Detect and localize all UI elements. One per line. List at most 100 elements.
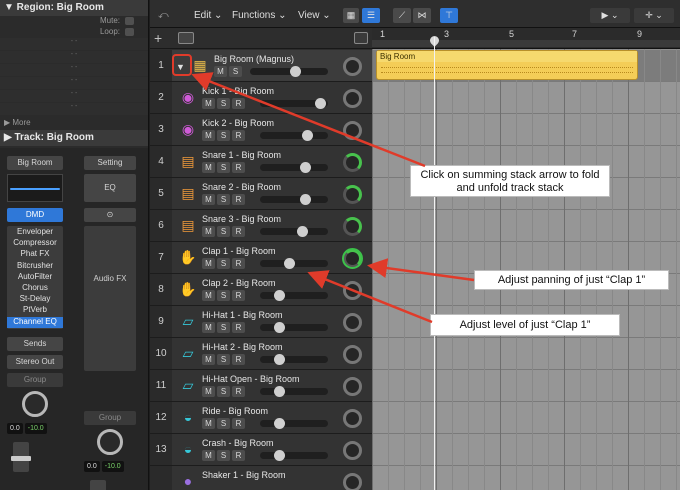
region-inspector-header[interactable]: ▼ Region: Big Room [0, 0, 148, 16]
plugin-slot[interactable]: Enveloper [7, 227, 63, 238]
track-inspector-header[interactable]: ▶ Track: Big Room [0, 130, 148, 146]
pan-knob[interactable] [343, 281, 362, 300]
track-header-row[interactable]: 5 ▤ Snare 2 - Big Room M S R [150, 178, 372, 210]
record-button[interactable]: R [232, 130, 245, 141]
mute-checkbox[interactable] [125, 17, 134, 25]
volume-slider-thumb[interactable] [274, 386, 285, 397]
list-view-icon[interactable]: ☰ [362, 8, 380, 23]
volume-slider-thumb[interactable] [274, 450, 285, 461]
group-label[interactable]: Group [84, 411, 136, 425]
arrange-area[interactable]: 1 3 5 7 9 Big Room [372, 28, 680, 490]
mute-button[interactable]: M [202, 98, 215, 109]
volume-slider[interactable] [260, 258, 328, 269]
track-name[interactable]: Hi-Hat Open - Big Room [202, 374, 300, 384]
pan-knob[interactable] [343, 313, 362, 332]
track-lane[interactable] [372, 370, 680, 402]
solo-button[interactable]: S [217, 258, 230, 269]
plugin-slot[interactable]: AutoFilter [7, 272, 63, 283]
volume-slider-thumb[interactable] [302, 130, 313, 141]
volume-slider[interactable] [260, 194, 328, 205]
solo-button[interactable]: S [217, 290, 230, 301]
mute-button[interactable]: M [202, 130, 215, 141]
solo-button[interactable]: S [217, 162, 230, 173]
more-disclosure[interactable]: ▶ More [0, 116, 148, 130]
solo-button[interactable]: S [217, 130, 230, 141]
track-lane[interactable] [372, 402, 680, 434]
track-name[interactable]: Kick 1 - Big Room [202, 86, 274, 96]
pan-knob[interactable] [343, 185, 362, 204]
view-menu[interactable]: View ⌄ [298, 10, 331, 21]
track-header-row[interactable]: 7 ✋ Clap 1 - Big Room M S R [150, 242, 372, 274]
mute-button[interactable]: M [202, 162, 215, 173]
mute-button[interactable]: M [202, 226, 215, 237]
volume-slider-thumb[interactable] [284, 258, 295, 269]
record-button[interactable]: R [232, 418, 245, 429]
volume-slider-thumb[interactable] [274, 322, 285, 333]
track-lane[interactable] [372, 338, 680, 370]
track-header-row[interactable]: 1 ▼ ▦ Big Room (Magnus) M S [150, 50, 372, 82]
mute-button[interactable]: M [202, 290, 215, 301]
track-name[interactable]: Big Room (Magnus) [214, 54, 294, 64]
volume-slider[interactable] [260, 290, 328, 301]
pan-knob[interactable] [343, 153, 362, 172]
mute-button[interactable]: M [202, 450, 215, 461]
sends-slot[interactable]: Sends [7, 336, 63, 351]
record-button[interactable]: R [232, 386, 245, 397]
track-header-row[interactable]: 11 ⏥ Hi-Hat Open - Big Room M S R [150, 370, 372, 402]
volume-slider-thumb[interactable] [290, 66, 301, 77]
track-name[interactable]: Kick 2 - Big Room [202, 118, 274, 128]
track-lane[interactable] [372, 434, 680, 466]
track-header-row[interactable]: 3 ◉ Kick 2 - Big Room M S R [150, 114, 372, 146]
plugin-slot[interactable]: PtVerb [7, 305, 63, 316]
pencil-tool-icon[interactable]: ✛ ⌄ [634, 8, 674, 23]
track-header-row[interactable]: 8 ✋ Clap 2 - Big Room M S R [150, 274, 372, 306]
eq-button[interactable]: EQ [84, 174, 136, 202]
grid-view-icon[interactable]: ▦ [343, 8, 359, 23]
record-button[interactable]: R [232, 194, 245, 205]
track-name[interactable]: Hi-Hat 1 - Big Room [202, 310, 283, 320]
loop-checkbox[interactable] [125, 28, 134, 36]
solo-button[interactable]: S [217, 418, 230, 429]
flex-icon[interactable]: ⋈ [413, 8, 431, 23]
pan-knob[interactable] [343, 89, 362, 108]
solo-button[interactable]: S [229, 66, 242, 77]
automation-icon[interactable]: ⟋ [393, 8, 411, 23]
pointer-tool-icon[interactable]: ▶ ⌄ [590, 8, 630, 23]
pan-knob[interactable] [343, 121, 362, 140]
record-button[interactable]: R [232, 450, 245, 461]
track-lane[interactable] [372, 210, 680, 242]
track-lane[interactable] [372, 114, 680, 146]
duplicate-track-icon[interactable] [178, 32, 194, 44]
volume-slider[interactable] [260, 98, 328, 109]
bar-ruler[interactable]: 1 3 5 7 9 [372, 28, 680, 49]
volume-slider-thumb[interactable] [274, 290, 285, 301]
plugin-slot[interactable]: Chorus [7, 283, 63, 294]
solo-button[interactable]: S [217, 354, 230, 365]
track-lane[interactable] [372, 82, 680, 114]
volume-slider[interactable] [260, 354, 328, 365]
pan-knob[interactable] [343, 377, 362, 396]
record-button[interactable]: R [232, 98, 245, 109]
pan-knob[interactable] [22, 390, 48, 417]
region-big-room[interactable]: Big Room [376, 50, 638, 80]
volume-value[interactable]: 0.0 [84, 461, 100, 472]
setting-button[interactable]: Setting [84, 156, 136, 170]
track-header-row[interactable]: 9 ⏥ Hi-Hat 1 - Big Room M S R [150, 306, 372, 338]
pan-knob[interactable] [343, 345, 362, 364]
record-button[interactable]: R [232, 258, 245, 269]
track-name[interactable]: Shaker 1 - Big Room [202, 470, 286, 480]
volume-slider-thumb[interactable] [315, 98, 326, 109]
mute-button[interactable]: M [214, 66, 227, 77]
back-icon[interactable]: ⤺ [158, 10, 169, 21]
record-button[interactable]: R [232, 226, 245, 237]
volume-slider[interactable] [260, 386, 328, 397]
volume-slider-thumb[interactable] [274, 354, 285, 365]
pan-knob[interactable] [343, 409, 362, 428]
track-name[interactable]: Snare 3 - Big Room [202, 214, 281, 224]
track-name[interactable]: Crash - Big Room [202, 438, 274, 448]
global-tracks-icon[interactable] [354, 32, 368, 44]
pan-knob[interactable] [343, 217, 362, 236]
plugin-slot[interactable]: Compressor [7, 238, 63, 249]
track-header-row[interactable]: 4 ▤ Snare 1 - Big Room M S R [150, 146, 372, 178]
channel-name[interactable]: Big Room [7, 156, 63, 170]
